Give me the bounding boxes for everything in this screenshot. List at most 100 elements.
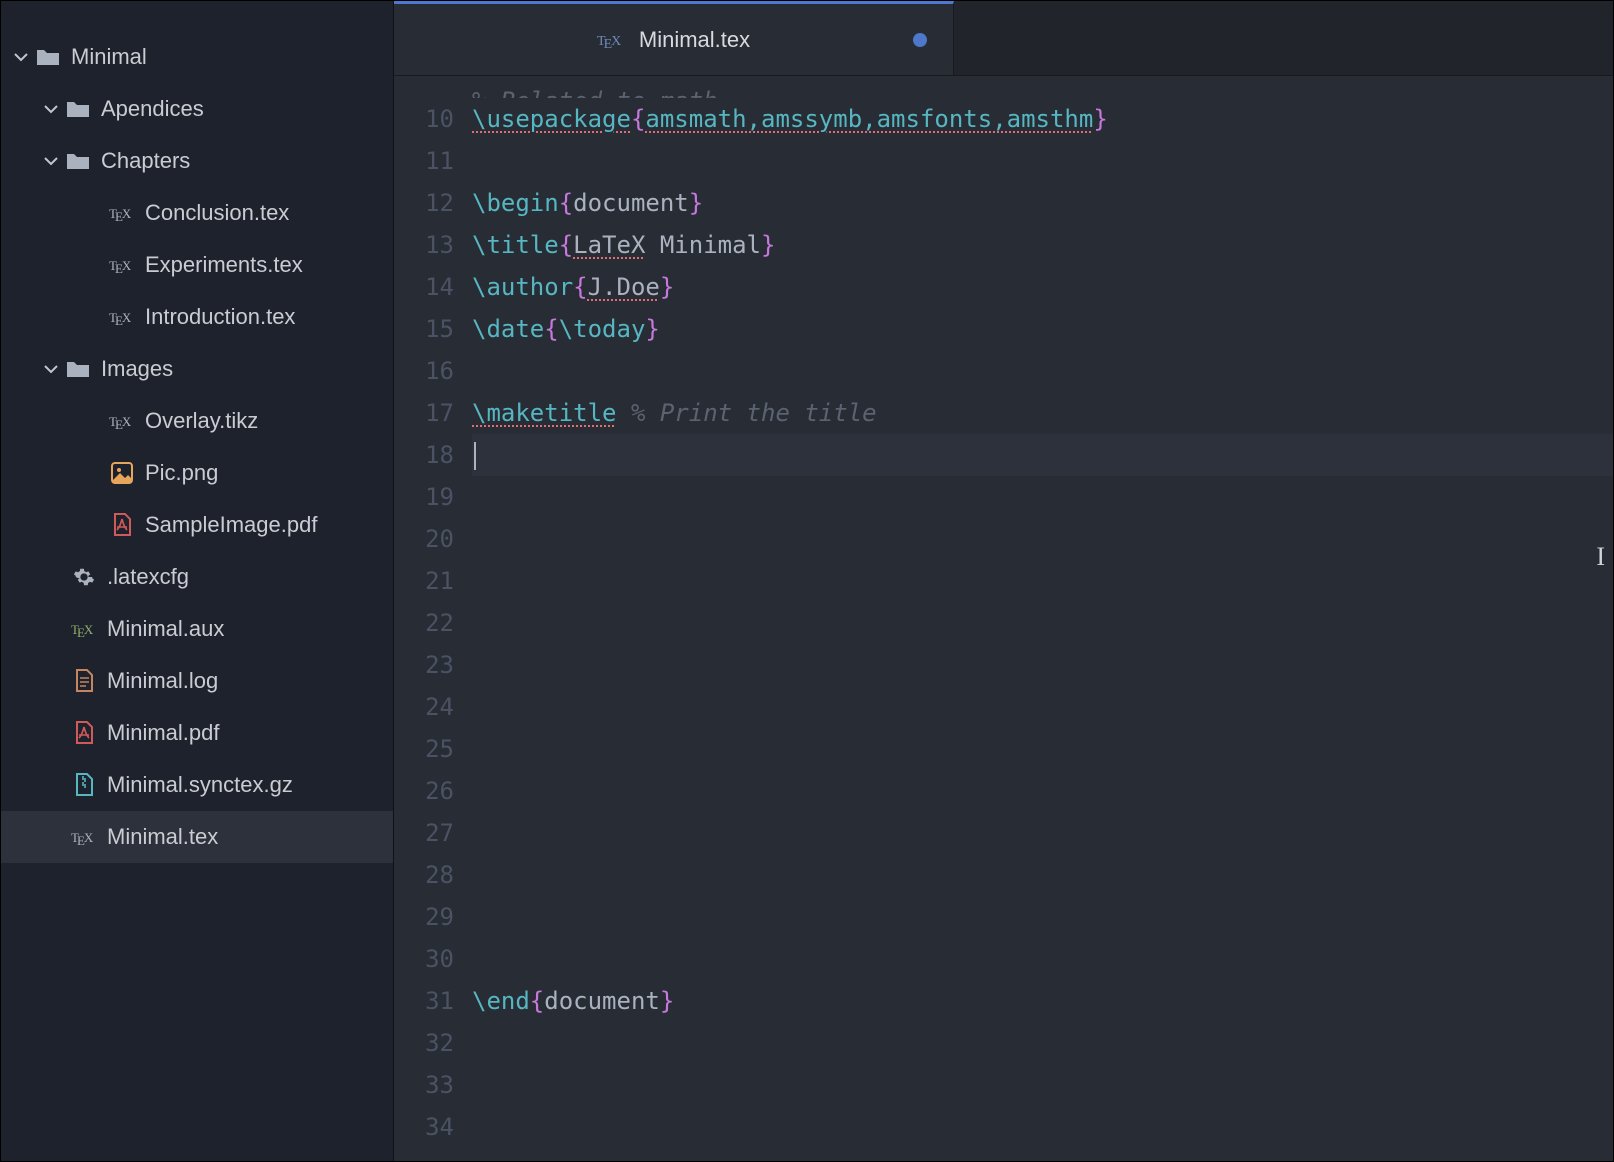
code-line[interactable]: [472, 812, 1613, 854]
tree-file-tex-active[interactable]: TEX Minimal.tex: [1, 811, 393, 863]
tab-minimal-tex[interactable]: TEX Minimal.tex: [394, 1, 954, 75]
line-number: 11: [394, 140, 454, 182]
tex-file-icon: TEX: [109, 256, 135, 274]
folder-icon: [65, 99, 91, 119]
line-number: 28: [394, 854, 454, 896]
tree-item-label: Images: [101, 356, 173, 382]
code-line[interactable]: [472, 602, 1613, 644]
tree-file-tex[interactable]: TEX Experiments.tex: [1, 239, 393, 291]
svg-text:TEX: TEX: [109, 414, 132, 430]
code-line[interactable]: [472, 686, 1613, 728]
code-line[interactable]: \end{document}: [472, 980, 1613, 1022]
tree-item-label: Chapters: [101, 148, 190, 174]
tree-item-label: Minimal.log: [107, 668, 218, 694]
line-number: 24: [394, 686, 454, 728]
line-number: 16: [394, 350, 454, 392]
code-line[interactable]: [472, 938, 1613, 980]
code-line[interactable]: [472, 644, 1613, 686]
svg-text:TEX: TEX: [109, 258, 132, 274]
folder-icon: [65, 151, 91, 171]
code-line[interactable]: [472, 1064, 1613, 1106]
svg-text:TEX: TEX: [597, 34, 621, 49]
tree-folder-root[interactable]: Minimal: [1, 31, 393, 83]
tree-file-tikz[interactable]: TEX Overlay.tikz: [1, 395, 393, 447]
line-number: 31: [394, 980, 454, 1022]
chevron-down-icon: [11, 49, 31, 65]
tree-item-label: Minimal.synctex.gz: [107, 772, 293, 798]
code-line[interactable]: [472, 518, 1613, 560]
line-number: 27: [394, 812, 454, 854]
code-line[interactable]: [472, 350, 1613, 392]
line-number: 29: [394, 896, 454, 938]
line-number: 30: [394, 938, 454, 980]
tree-file-aux[interactable]: TEX Minimal.aux: [1, 603, 393, 655]
code-line[interactable]: \begin{document}: [472, 182, 1613, 224]
line-number: 34: [394, 1106, 454, 1148]
line-number-gutter: 9101112131415161718192021222324252627282…: [394, 80, 472, 1161]
code-line[interactable]: [472, 1022, 1613, 1064]
image-file-icon: [109, 462, 135, 484]
tree-item-label: Conclusion.tex: [145, 200, 289, 226]
code-line[interactable]: \title{LaTeX Minimal}: [472, 224, 1613, 266]
tree-file-log[interactable]: Minimal.log: [1, 655, 393, 707]
code-line[interactable]: [472, 434, 1613, 476]
tree-file-tex[interactable]: TEX Conclusion.tex: [1, 187, 393, 239]
code-line[interactable]: \author{J.Doe}: [472, 266, 1613, 308]
tree-item-label: Minimal: [71, 44, 147, 70]
line-number: 25: [394, 728, 454, 770]
code-line[interactable]: [472, 476, 1613, 518]
tex-file-icon: TEX: [109, 412, 135, 430]
line-number: 23: [394, 644, 454, 686]
tree-file-pdf[interactable]: SampleImage.pdf: [1, 499, 393, 551]
tree-file-png[interactable]: Pic.png: [1, 447, 393, 499]
line-number: 19: [394, 476, 454, 518]
code-line[interactable]: [472, 560, 1613, 602]
code-content[interactable]: % Related to math\usepackage{amsmath,ams…: [472, 80, 1613, 1161]
tree-item-label: Minimal.aux: [107, 616, 224, 642]
line-number: 18: [394, 434, 454, 476]
file-tree-sidebar: Minimal Apendices Chapters TEX Conclusio…: [1, 1, 393, 1161]
archive-file-icon: [71, 773, 97, 797]
tree-item-label: Overlay.tikz: [145, 408, 258, 434]
code-line[interactable]: [472, 896, 1613, 938]
code-line[interactable]: [472, 728, 1613, 770]
tex-file-icon: TEX: [109, 308, 135, 326]
editor-pane: TEX Minimal.tex 910111213141516171819202…: [393, 1, 1613, 1161]
line-number: 32: [394, 1022, 454, 1064]
tree-file-tex[interactable]: TEX Introduction.tex: [1, 291, 393, 343]
line-number: 17: [394, 392, 454, 434]
tree-file-pdf[interactable]: Minimal.pdf: [1, 707, 393, 759]
text-file-icon: [71, 669, 97, 693]
code-line[interactable]: [472, 140, 1613, 182]
code-line[interactable]: \usepackage{amsmath,amssymb,amsfonts,ams…: [472, 98, 1613, 140]
line-number: 33: [394, 1064, 454, 1106]
code-line[interactable]: [472, 854, 1613, 896]
code-line[interactable]: [472, 770, 1613, 812]
pdf-file-icon: [109, 513, 135, 537]
line-number: 10: [394, 98, 454, 140]
tree-item-label: Minimal.tex: [107, 824, 218, 850]
tree-item-label: .latexcfg: [107, 564, 189, 590]
line-number: 21: [394, 560, 454, 602]
line-number: 26: [394, 770, 454, 812]
tree-folder-chapters[interactable]: Chapters: [1, 135, 393, 187]
tree-file-config[interactable]: .latexcfg: [1, 551, 393, 603]
code-line[interactable]: [472, 1106, 1613, 1148]
tree-item-label: SampleImage.pdf: [145, 512, 317, 538]
tree-folder-appendices[interactable]: Apendices: [1, 83, 393, 135]
tex-file-icon: TEX: [597, 31, 627, 49]
chevron-down-icon: [41, 101, 61, 117]
tree-file-gz[interactable]: Minimal.synctex.gz: [1, 759, 393, 811]
code-area[interactable]: 9101112131415161718192021222324252627282…: [394, 76, 1613, 1161]
code-line[interactable]: \maketitle % Print the title: [472, 392, 1613, 434]
tab-bar: TEX Minimal.tex: [394, 1, 1613, 76]
line-number: 13: [394, 224, 454, 266]
svg-text:TEX: TEX: [71, 830, 94, 846]
code-line[interactable]: % Related to math: [472, 80, 1613, 98]
code-line[interactable]: \date{\today}: [472, 308, 1613, 350]
tab-title: Minimal.tex: [639, 27, 750, 53]
tex-file-icon: TEX: [71, 620, 97, 638]
folder-icon: [35, 47, 61, 67]
tree-item-label: Minimal.pdf: [107, 720, 219, 746]
tree-folder-images[interactable]: Images: [1, 343, 393, 395]
